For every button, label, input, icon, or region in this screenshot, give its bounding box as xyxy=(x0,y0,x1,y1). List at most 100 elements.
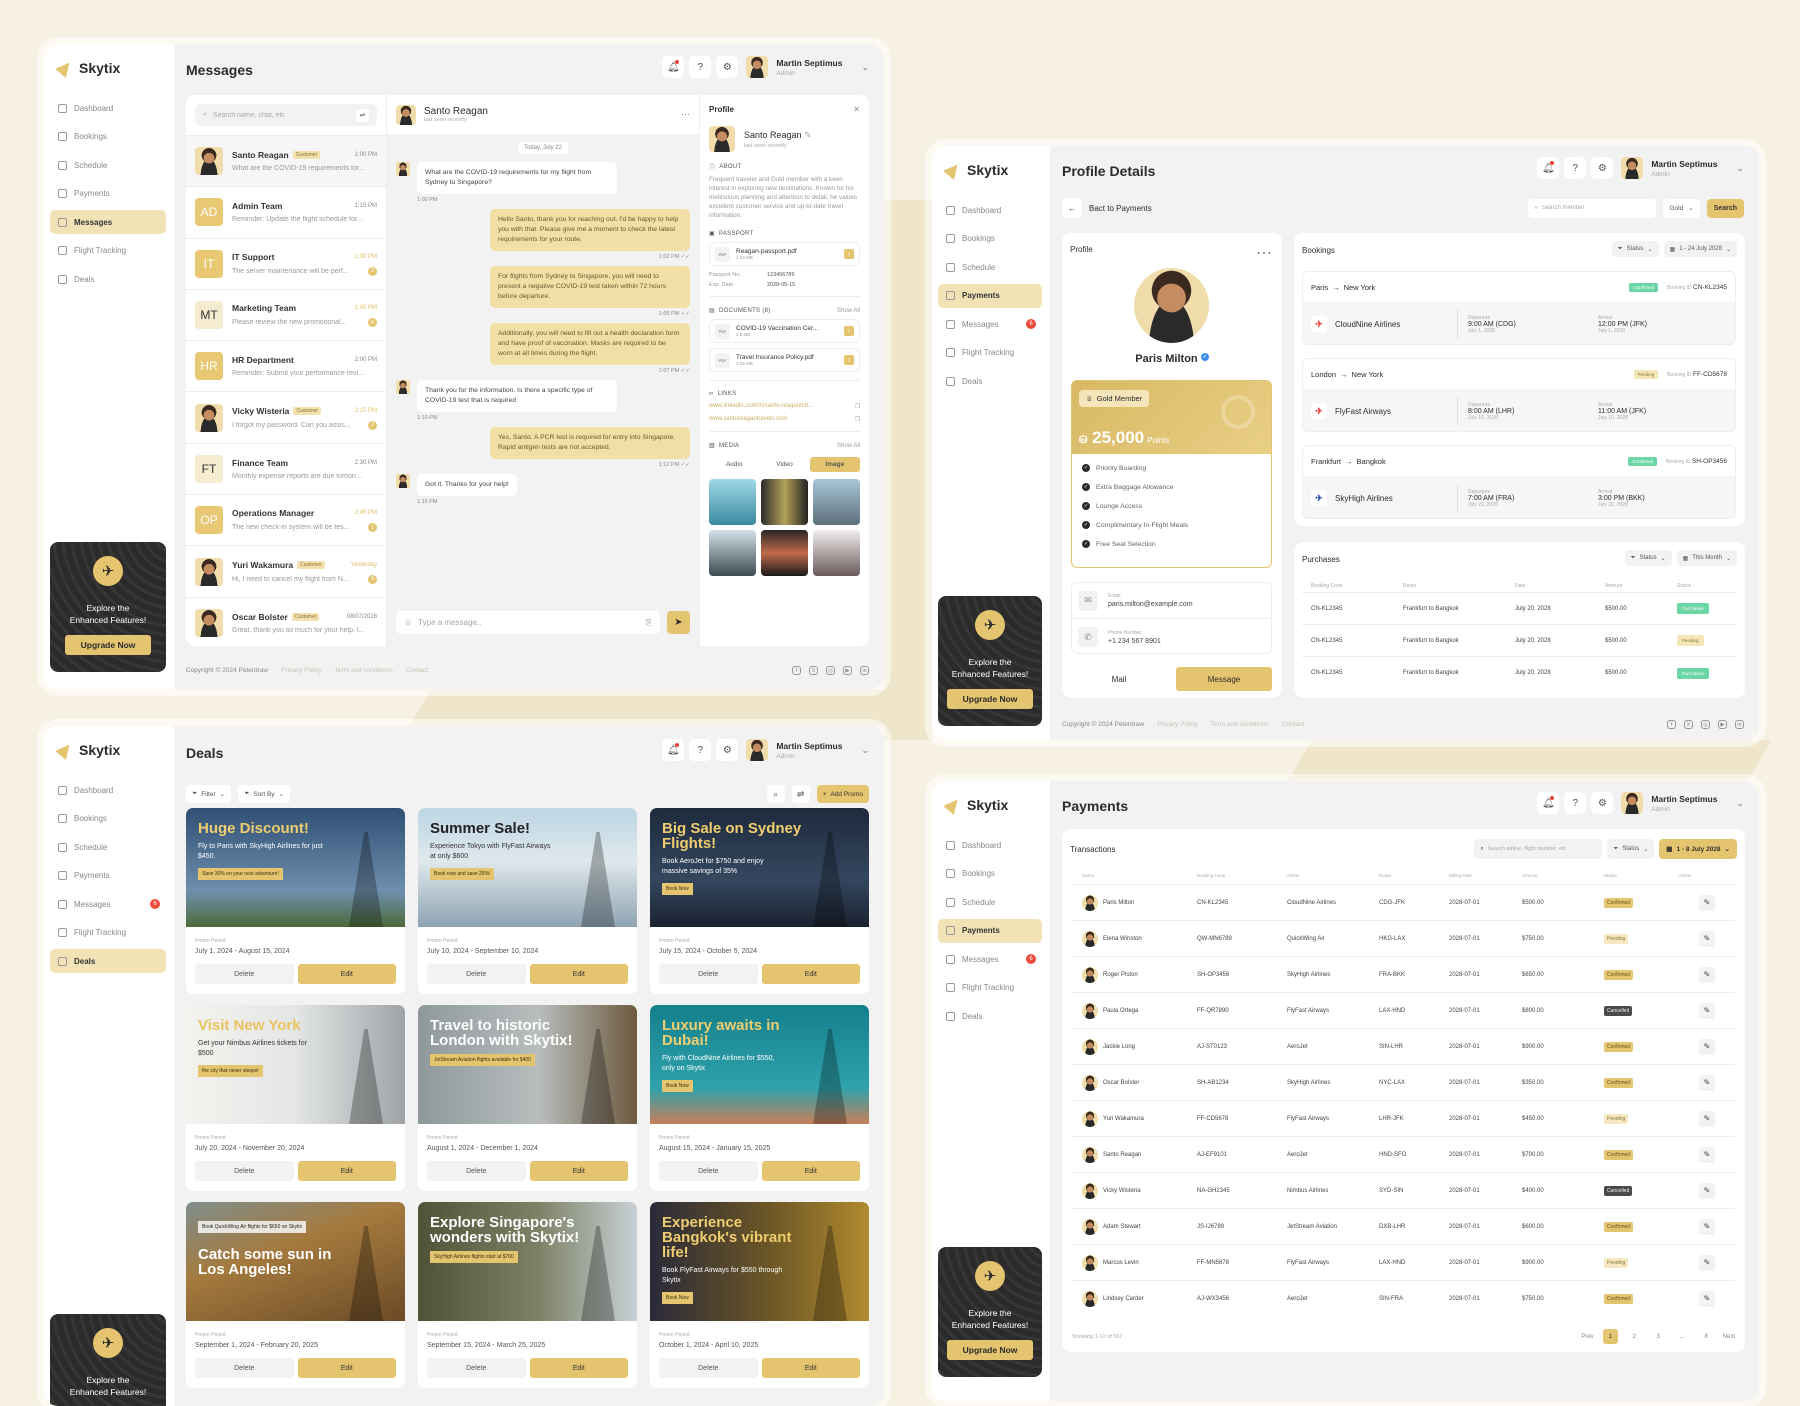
sidebar-item-bookings[interactable]: Bookings xyxy=(50,807,166,831)
edit-button[interactable]: Edit xyxy=(761,1358,860,1378)
deal-banner[interactable]: Book QuickWing Air flights for $650 on S… xyxy=(186,1202,405,1321)
edit-icon[interactable]: ✎ xyxy=(1699,1218,1715,1235)
media-thumbnail[interactable] xyxy=(709,479,756,525)
sidebar-item-bookings[interactable]: Bookings xyxy=(938,862,1042,886)
delete-button[interactable]: Delete xyxy=(195,1161,294,1181)
next-page-button[interactable]: Next xyxy=(1723,1334,1735,1340)
back-to-payments-link[interactable]: Bact to Payments xyxy=(1089,204,1152,213)
show-all-link[interactable]: Show All xyxy=(837,308,860,314)
date-range-picker[interactable]: ▦ 1 - 24 July 2028 ⌄ xyxy=(1663,241,1737,257)
deal-banner[interactable]: Travel to historic London with Skytix! J… xyxy=(418,1005,637,1124)
footer-link-contact[interactable]: Contact xyxy=(406,667,428,674)
sidebar-item-bookings[interactable]: Bookings xyxy=(938,227,1042,251)
chevron-right-icon[interactable]: › xyxy=(844,326,854,336)
conversation-item[interactable]: OP Operations Manager 2:45 PM The new ch… xyxy=(186,494,386,545)
notification-bell-icon[interactable]: 🔔︎ xyxy=(662,56,685,78)
status-filter[interactable]: ⏷ Status ⌄ xyxy=(1611,241,1659,257)
sidebar-item-dashboard[interactable]: Dashboard xyxy=(50,778,166,802)
sidebar-item-flight-tracking[interactable]: Flight Tracking xyxy=(50,239,166,263)
conversation-item[interactable]: FT Finance Team 2:30 PM Monthly expense … xyxy=(186,442,386,494)
sidebar-item-payments[interactable]: Payments xyxy=(50,864,166,888)
chevron-down-icon[interactable]: ⌄ xyxy=(1736,798,1744,809)
sidebar-item-bookings[interactable]: Bookings xyxy=(50,125,166,149)
search-icon[interactable]: ⌕ xyxy=(766,785,785,803)
filter-sliders-icon[interactable]: ⇌ xyxy=(356,108,369,122)
filter-button[interactable]: ⏷ Filter ⌄ xyxy=(186,785,232,803)
help-icon[interactable]: ? xyxy=(689,56,712,78)
sidebar-item-payments[interactable]: Payments xyxy=(50,182,166,206)
youtube-icon[interactable]: ▶ xyxy=(1718,720,1727,729)
edit-button[interactable]: Edit xyxy=(761,1161,860,1181)
user-menu[interactable]: Martin Septimus Admin xyxy=(1648,794,1717,813)
member-search-input[interactable]: Search member xyxy=(1542,205,1651,211)
column-header[interactable]: Status xyxy=(1604,873,1679,878)
media-tab-image[interactable]: Image xyxy=(809,457,860,472)
page-button[interactable]: 3 xyxy=(1651,1329,1666,1344)
notification-bell-icon[interactable]: 🔔︎ xyxy=(1537,792,1560,814)
page-button[interactable]: 8 xyxy=(1699,1329,1714,1344)
user-avatar[interactable] xyxy=(1621,792,1644,814)
facebook-icon[interactable]: f xyxy=(792,666,801,675)
sidebar-item-payments[interactable]: Payments xyxy=(938,283,1042,308)
edit-button[interactable]: Edit xyxy=(529,1358,628,1378)
sidebar-item-messages[interactable]: Messages 6 xyxy=(50,892,166,916)
sidebar-item-flight-tracking[interactable]: Flight Tracking xyxy=(938,341,1042,365)
instagram-icon[interactable]: ◎ xyxy=(1701,720,1710,729)
media-tab-video[interactable]: Video xyxy=(759,457,809,472)
deal-banner[interactable]: Explore Singapore's wonders with Skytix!… xyxy=(418,1202,637,1321)
user-menu[interactable]: Martin Septimus Admin xyxy=(773,741,842,760)
media-thumbnail[interactable] xyxy=(761,479,808,525)
x-icon[interactable]: X xyxy=(1684,720,1693,729)
sort-button[interactable]: ⏷ Sort By ⌄ xyxy=(238,785,291,803)
prev-page-button[interactable]: Prev xyxy=(1581,1334,1593,1340)
more-options-icon[interactable]: ⋯ xyxy=(1256,243,1272,263)
delete-button[interactable]: Delete xyxy=(659,1161,758,1181)
passport-file[interactable]: PDF Reagan-passport.pdf 1.43 MB › xyxy=(709,242,860,266)
tier-select[interactable]: Gold ⌄ xyxy=(1663,198,1700,218)
deal-banner[interactable]: Visit New York Get your Nimbus Airlines … xyxy=(186,1005,405,1124)
edit-icon[interactable]: ✎ xyxy=(1699,1074,1715,1091)
attachment-icon[interactable]: ⎘ xyxy=(646,618,652,628)
help-icon[interactable]: ? xyxy=(1564,792,1587,814)
period-select[interactable]: ▦ This Month ⌄ xyxy=(1676,550,1737,566)
page-button[interactable]: 1 xyxy=(1602,1329,1618,1344)
edit-icon[interactable]: ✎ xyxy=(1699,1110,1715,1127)
instagram-icon[interactable]: ◎ xyxy=(826,666,835,675)
column-header[interactable]: Action xyxy=(1679,873,1735,878)
conversation-item[interactable]: HR HR Department 2:00 PM Reminder: Submi… xyxy=(186,340,386,391)
edit-button[interactable]: Edit xyxy=(529,964,628,984)
sidebar-item-payments[interactable]: Payments xyxy=(938,918,1042,943)
column-header[interactable]: Date xyxy=(1515,583,1605,589)
more-options-icon[interactable]: ⋯ xyxy=(681,109,690,120)
help-icon[interactable]: ? xyxy=(1564,157,1587,179)
deal-banner[interactable]: Big Sale on Sydney Flights! Book AeroJet… xyxy=(650,808,869,927)
message-button[interactable]: Message xyxy=(1176,667,1272,691)
help-icon[interactable]: ? xyxy=(689,739,712,761)
edit-icon[interactable]: ✎ xyxy=(1699,1038,1715,1055)
sidebar-item-schedule[interactable]: Schedule xyxy=(938,890,1042,914)
sidebar-item-schedule[interactable]: Schedule xyxy=(50,835,166,859)
linkedin-icon[interactable]: in xyxy=(860,666,869,675)
close-icon[interactable]: ✕ xyxy=(853,105,860,114)
page-button[interactable]: ... xyxy=(1675,1329,1690,1344)
sidebar-item-messages[interactable]: Messages xyxy=(50,210,166,234)
booking-item[interactable]: Paris → New York Confirmed Booking ID CN-K… xyxy=(1302,271,1736,345)
edit-button[interactable]: Edit xyxy=(297,1358,396,1378)
column-header[interactable]: Route xyxy=(1379,873,1449,878)
column-header[interactable]: Name xyxy=(1082,873,1197,878)
search-input[interactable]: Search name, chat, etc xyxy=(213,112,350,119)
column-header[interactable]: Booking Code xyxy=(1311,583,1403,589)
sidebar-item-deals[interactable]: Deals xyxy=(938,1004,1042,1028)
user-menu[interactable]: Martin Septimus Admin xyxy=(773,58,842,77)
status-filter[interactable]: ⏷ Status ⌄ xyxy=(1607,839,1655,859)
settings-gear-icon[interactable]: ⚙ xyxy=(1591,792,1614,814)
status-filter[interactable]: ⏷ Status ⌄ xyxy=(1624,550,1672,566)
delete-button[interactable]: Delete xyxy=(195,1358,294,1378)
edit-button[interactable]: Edit xyxy=(297,1161,396,1181)
upgrade-now-button[interactable]: Upgrade Now xyxy=(947,1340,1033,1360)
sliders-icon[interactable]: ⇌ xyxy=(791,785,810,803)
x-icon[interactable]: X xyxy=(809,666,818,675)
sidebar-item-messages[interactable]: Messages 6 xyxy=(938,947,1042,971)
sidebar-item-flight-tracking[interactable]: Flight Tracking xyxy=(50,921,166,945)
add-promo-button[interactable]: + Add Promo xyxy=(816,785,869,803)
